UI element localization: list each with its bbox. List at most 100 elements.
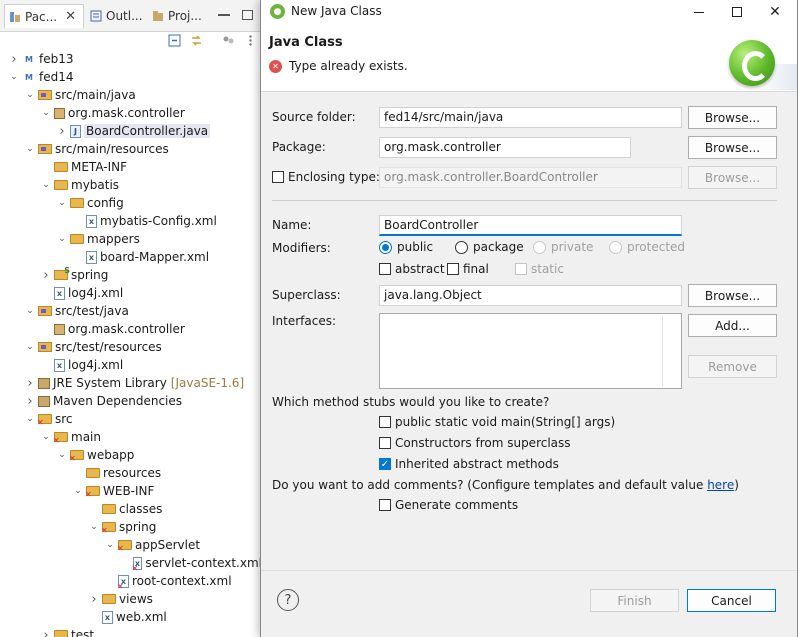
tree-item[interactable]: › Maven Dependencies xyxy=(0,392,262,410)
tree-item[interactable]: META-INF xyxy=(0,158,262,176)
stub-main-checkbox[interactable]: public static void main(String[] args) xyxy=(379,415,615,429)
maximize-button[interactable] xyxy=(719,0,755,24)
chevron-right-icon[interactable]: › xyxy=(56,124,68,139)
chevron-right-icon[interactable]: › xyxy=(88,592,100,607)
modifier-final-checkbox[interactable]: final xyxy=(447,262,489,276)
close-icon[interactable]: ✕ xyxy=(65,9,76,24)
tab-outline[interactable]: Outl... xyxy=(86,4,146,28)
chevron-down-icon[interactable]: ⌄ xyxy=(40,108,52,118)
close-button[interactable]: ✕ xyxy=(757,0,793,24)
modifier-protected-radio[interactable]: protected xyxy=(609,240,685,254)
modifier-static-checkbox[interactable]: static xyxy=(515,262,564,276)
chevron-down-icon[interactable]: ⌄ xyxy=(40,180,52,190)
maximize-view-icon[interactable] xyxy=(242,10,253,20)
more-options-icon[interactable] xyxy=(244,34,257,47)
chevron-down-icon[interactable]: ⌄ xyxy=(56,450,68,460)
tree-item[interactable]: ⌄ appServlet xyxy=(0,536,262,554)
tree-item[interactable]: ⌄ src/main/java xyxy=(0,86,262,104)
checkbox-box[interactable] xyxy=(379,416,391,428)
tree-item[interactable]: › views xyxy=(0,590,262,608)
configure-templates-link[interactable]: here xyxy=(707,478,734,492)
chevron-down-icon[interactable]: ⌄ xyxy=(104,540,116,550)
tree-item[interactable]: x web.xml xyxy=(0,608,262,626)
chevron-down-icon[interactable]: ⌄ xyxy=(72,486,84,496)
remove-interface-button[interactable]: Remove xyxy=(688,355,777,378)
tree-item[interactable]: ⌄ main xyxy=(0,428,262,446)
chevron-down-icon[interactable]: ⌄ xyxy=(24,342,36,352)
generate-comments-checkbox[interactable]: Generate comments xyxy=(379,498,518,512)
tree-item[interactable]: x mybatis-Config.xml xyxy=(0,212,262,230)
tree-item[interactable]: xservlet-context.xml xyxy=(0,554,262,573)
chevron-right-icon[interactable]: › xyxy=(8,52,20,67)
tree-item[interactable]: x log4j.xml xyxy=(0,284,262,302)
tree-item[interactable]: ⌄ config xyxy=(0,194,262,212)
chevron-down-icon[interactable]: ⌄ xyxy=(24,144,36,154)
package-input[interactable]: org.mask.controller xyxy=(379,137,631,158)
modifier-abstract-checkbox[interactable]: abstract xyxy=(379,262,445,276)
tree-item[interactable]: ⌄ webapp xyxy=(0,446,262,464)
chevron-right-icon[interactable]: › xyxy=(40,268,52,283)
checkbox-box[interactable] xyxy=(379,499,391,511)
cancel-button[interactable]: Cancel xyxy=(687,589,776,612)
tree-item[interactable]: ⌄ mybatis xyxy=(0,176,262,194)
chevron-down-icon[interactable]: ⌄ xyxy=(56,234,68,244)
tree-item[interactable]: › JRE System Library [JavaSE-1.6] xyxy=(0,374,262,392)
tree-item[interactable]: › spring xyxy=(0,266,262,284)
tree-item[interactable]: xroot-context.xml xyxy=(0,572,262,591)
tree-item[interactable]: ⌄ src/main/resources xyxy=(0,140,262,158)
minimize-button[interactable] xyxy=(681,0,717,24)
modifier-public-radio[interactable]: public xyxy=(379,240,433,254)
chevron-right-icon[interactable]: › xyxy=(40,628,52,637)
tree-item[interactable]: resources xyxy=(0,464,262,482)
tree-item[interactable]: ⌄ WEB-INF xyxy=(0,482,262,500)
chevron-down-icon[interactable]: ⌄ xyxy=(24,306,36,316)
chevron-right-icon[interactable]: › xyxy=(24,376,36,391)
tree-item[interactable]: ⌄ src xyxy=(0,410,262,428)
chevron-down-icon[interactable]: ⌄ xyxy=(24,414,36,424)
tree-item[interactable]: › J BoardController.java xyxy=(0,122,262,140)
radio-dot[interactable] xyxy=(455,240,468,254)
tree-item[interactable]: ⌄ mappers xyxy=(0,230,262,248)
checkbox-box[interactable] xyxy=(379,263,391,275)
add-interface-button[interactable]: Add... xyxy=(688,314,777,337)
chevron-down-icon[interactable]: ⌄ xyxy=(88,522,100,532)
radio-dot[interactable] xyxy=(533,240,546,254)
checkbox-box[interactable] xyxy=(515,263,527,275)
link-with-editor-icon[interactable] xyxy=(190,34,203,47)
interfaces-list[interactable] xyxy=(379,313,682,389)
source-folder-input[interactable]: fed14/src/main/java xyxy=(379,107,682,128)
enclosing-type-browse-button[interactable]: Browse... xyxy=(688,166,777,189)
checkmark-icon[interactable]: ✓ xyxy=(379,458,391,470)
radio-dot[interactable] xyxy=(609,240,622,254)
superclass-input[interactable]: java.lang.Object xyxy=(379,285,682,306)
chevron-down-icon[interactable]: ⌄ xyxy=(56,198,68,208)
view-menu-icon[interactable] xyxy=(222,34,235,47)
tree-item[interactable]: ⌄ src/test/resources xyxy=(0,338,262,356)
superclass-browse-button[interactable]: Browse... xyxy=(688,284,777,307)
stub-inherited-checkbox[interactable]: ✓ Inherited abstract methods xyxy=(379,457,559,471)
modifier-package-radio[interactable]: package xyxy=(455,240,524,254)
tree-item[interactable]: ⌄ org.mask.controller xyxy=(0,104,262,122)
checkbox-box[interactable] xyxy=(379,437,391,449)
checkbox-box[interactable] xyxy=(447,263,459,275)
tree-item[interactable]: › Mfeb13 xyxy=(0,50,262,68)
radio-dot[interactable] xyxy=(379,240,392,254)
chevron-down-icon[interactable]: ⌄ xyxy=(24,90,36,100)
stub-constructors-checkbox[interactable]: Constructors from superclass xyxy=(379,436,571,450)
minimize-view-icon[interactable] xyxy=(218,14,230,16)
source-folder-browse-button[interactable]: Browse... xyxy=(688,106,777,129)
tree-item[interactable]: ⌄ spring xyxy=(0,518,262,536)
enclosing-type-input[interactable]: org.mask.controller.BoardController xyxy=(379,167,682,188)
tree-item[interactable]: ⌄ Mfed14 xyxy=(0,68,262,86)
checkbox-box[interactable] xyxy=(272,171,284,183)
tree-item[interactable]: org.mask.controller xyxy=(0,320,262,338)
tab-project-explorer[interactable]: Proj... xyxy=(148,4,208,28)
tree-item[interactable]: classes xyxy=(0,500,262,518)
package-browse-button[interactable]: Browse... xyxy=(688,136,777,159)
chevron-down-icon[interactable]: ⌄ xyxy=(40,432,52,442)
tab-package-explorer[interactable]: Pac... ✕ xyxy=(4,4,84,28)
tree-item[interactable]: ⌄ src/test/java xyxy=(0,302,262,320)
tree-item[interactable]: x board-Mapper.xml xyxy=(0,248,262,266)
chevron-right-icon[interactable]: › xyxy=(24,394,36,409)
collapse-all-icon[interactable] xyxy=(168,34,181,47)
